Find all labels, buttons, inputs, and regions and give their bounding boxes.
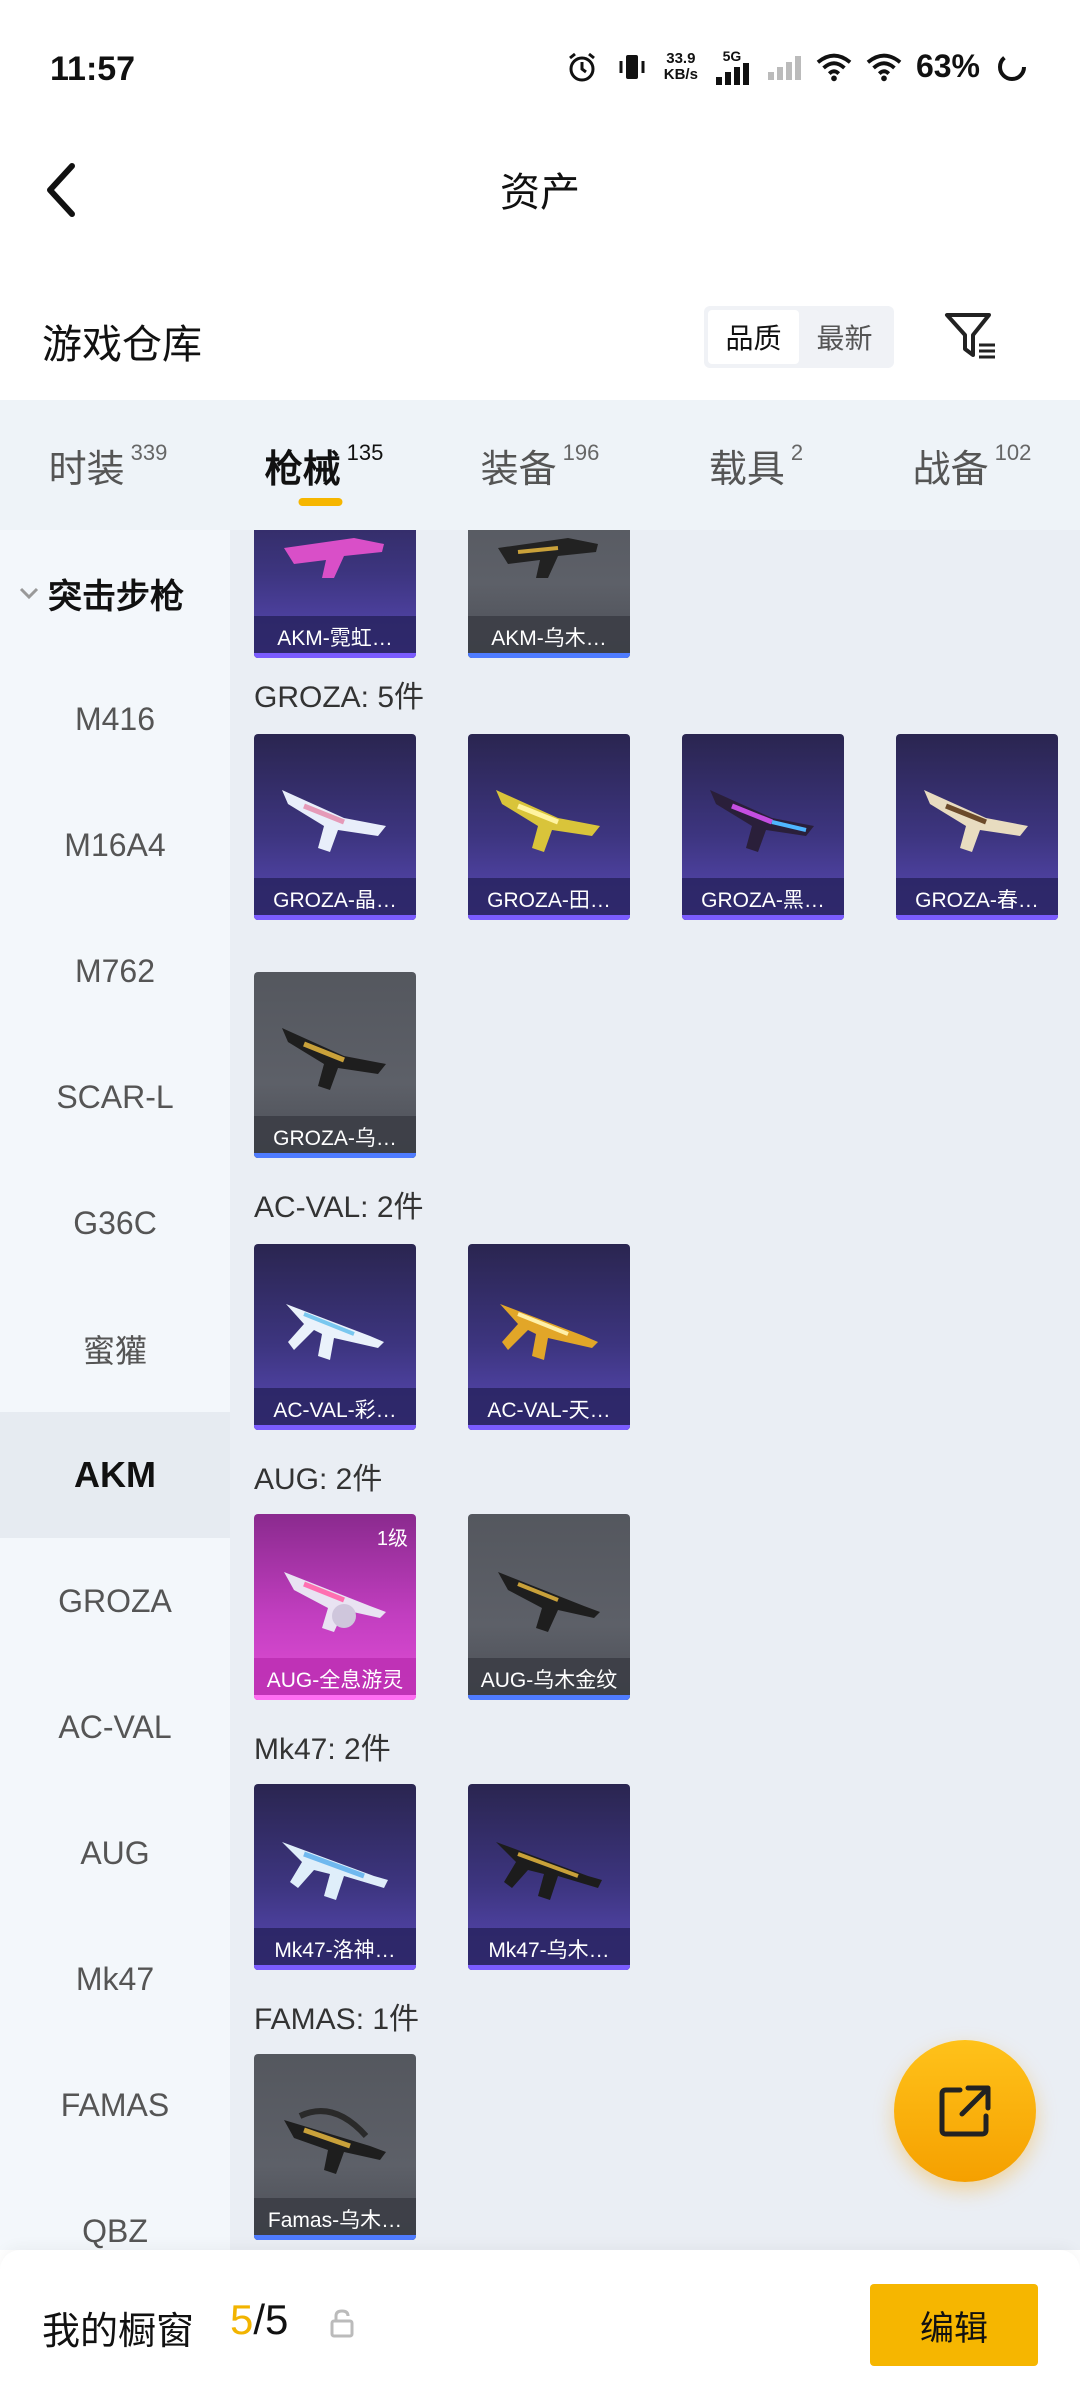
weapon-icon (282, 1028, 386, 1090)
skin-card[interactable]: GROZA-乌… (254, 972, 416, 1158)
tab-equipment[interactable]: 装备 196 (432, 400, 648, 530)
sidebar-item-g36c[interactable]: G36C (0, 1160, 230, 1286)
sort-option-quality[interactable]: 品质 (708, 310, 799, 364)
skin-card[interactable]: AKM-乌木… (468, 530, 630, 658)
skin-card[interactable]: GROZA-黑… (682, 734, 844, 920)
weapon-icon (496, 790, 600, 852)
sidebar-item-honey-badger[interactable]: 蜜獾 (0, 1286, 230, 1412)
chevron-down-icon (19, 587, 39, 600)
weapon-icon (500, 1304, 598, 1360)
showcase-count: 5/5 (230, 2296, 289, 2343)
battery-level: 63% (915, 48, 980, 84)
net-speed: 33.9 KB/s (663, 49, 698, 83)
status-time: 11:57 (50, 50, 136, 88)
showcase-label: 我的橱窗 (42, 2311, 195, 2353)
sidebar-item-akm[interactable]: AKM (0, 1412, 230, 1538)
tab-fashion[interactable]: 时装 339 (0, 400, 216, 530)
skin-card[interactable]: Mk47-洛神… (254, 1784, 416, 1970)
sidebar-category-assault-rifles[interactable]: 突击步枪 (0, 530, 230, 656)
tab-vehicles[interactable]: 载具 2 (648, 400, 864, 530)
skin-card[interactable]: AC-VAL-天… (468, 1244, 630, 1430)
sidebar-item-scar-l[interactable]: SCAR-L (0, 1034, 230, 1160)
filter-button[interactable] (940, 306, 1002, 368)
skin-card[interactable]: GROZA-田… (468, 734, 630, 920)
weapon-icon (282, 1842, 388, 1900)
group-title: AUG: 2件 (254, 1463, 383, 1496)
sidebar-item-aug[interactable]: AUG (0, 1790, 230, 1916)
group-title: AC-VAL: 2件 (254, 1191, 424, 1224)
sidebar-item-ac-val[interactable]: AC-VAL (0, 1664, 230, 1790)
weapon-icon (284, 1572, 386, 1632)
signal-weak-icon (766, 49, 802, 85)
sidebar-item-m416[interactable]: M416 (0, 656, 230, 782)
alarm-icon (564, 49, 600, 85)
page-title: 资产 (500, 171, 580, 215)
sidebar-item-qbz[interactable]: QBZ (0, 2168, 230, 2250)
showcase-bar: 我的橱窗 5/5 编辑 (0, 2250, 1080, 2400)
weapon-icon (924, 790, 1028, 852)
skin-card[interactable]: 1级 AUG-全息游灵 (254, 1514, 416, 1700)
level-badge: 1级 (376, 1528, 408, 1550)
weapon-icon (284, 538, 384, 578)
skin-card[interactable]: GROZA-晶… (254, 734, 416, 920)
tab-combat-gear[interactable]: 战备 102 (864, 400, 1080, 530)
warehouse-row: 游戏仓库 品质 最新 (0, 290, 1080, 390)
sidebar-item-m762[interactable]: M762 (0, 908, 230, 1034)
edit-button[interactable]: 编辑 (870, 2284, 1038, 2366)
battery-ring-icon (994, 49, 1030, 85)
weapon-icon (286, 1304, 384, 1360)
weapon-grid: AKM-霓虹… AKM-乌木… GROZA: 5件 GROZA-晶… GROZA… (230, 530, 1080, 2250)
wifi-icon-2 (866, 49, 902, 85)
external-link-icon (939, 2085, 991, 2137)
weapon-icon (498, 538, 598, 578)
sort-option-newest[interactable]: 最新 (799, 310, 890, 364)
sidebar-item-m16a4[interactable]: M16A4 (0, 782, 230, 908)
group-title: FAMAS: 1件 (254, 2003, 420, 2036)
section-title: 游戏仓库 (42, 323, 202, 367)
skin-card[interactable]: AC-VAL-彩… (254, 1244, 416, 1430)
weapon-icon (498, 1572, 600, 1632)
weapon-icon (496, 1842, 602, 1900)
sidebar-item-famas[interactable]: FAMAS (0, 2042, 230, 2168)
weapon-icon (282, 790, 386, 852)
group-title: GROZA: 5件 (254, 681, 425, 714)
weapon-icon (284, 2108, 386, 2174)
filter-icon (945, 313, 995, 359)
skin-card[interactable]: Famas-乌木… (254, 2054, 416, 2240)
skin-card[interactable]: AKM-霓虹… (254, 530, 416, 658)
signal-5g-icon: 5G (712, 49, 752, 85)
lock-icon (330, 2309, 354, 2338)
category-tabs: 时装 339 枪械 135 装备 196 载具 2 战备 102 (0, 400, 1080, 530)
group-title: Mk47: 2件 (254, 1733, 391, 1766)
vibrate-icon (614, 49, 650, 85)
status-bar: 11:57 33.9 KB/s 5G 63% (0, 0, 1080, 140)
tab-firearms[interactable]: 枪械 135 (216, 400, 432, 530)
weapon-sidebar: 突击步枪 M416 M16A4 M762 SCAR-L G36C 蜜獾 AKM … (0, 530, 230, 2250)
share-fab[interactable] (894, 2040, 1036, 2182)
sort-toggle: 品质 最新 (704, 306, 894, 368)
wifi-icon (816, 49, 852, 85)
skin-card[interactable]: Mk47-乌木… (468, 1784, 630, 1970)
skin-card[interactable]: GROZA-春… (896, 734, 1058, 920)
app-header: 资产 (0, 140, 1080, 240)
weapon-icon (710, 790, 814, 852)
skin-card[interactable]: AUG-乌木金纹 (468, 1514, 630, 1700)
status-icons: 33.9 KB/s 5G 63% (564, 48, 1030, 85)
tab-active-indicator (298, 498, 343, 506)
sidebar-item-mk47[interactable]: Mk47 (0, 1916, 230, 2042)
sidebar-item-groza[interactable]: GROZA (0, 1538, 230, 1664)
